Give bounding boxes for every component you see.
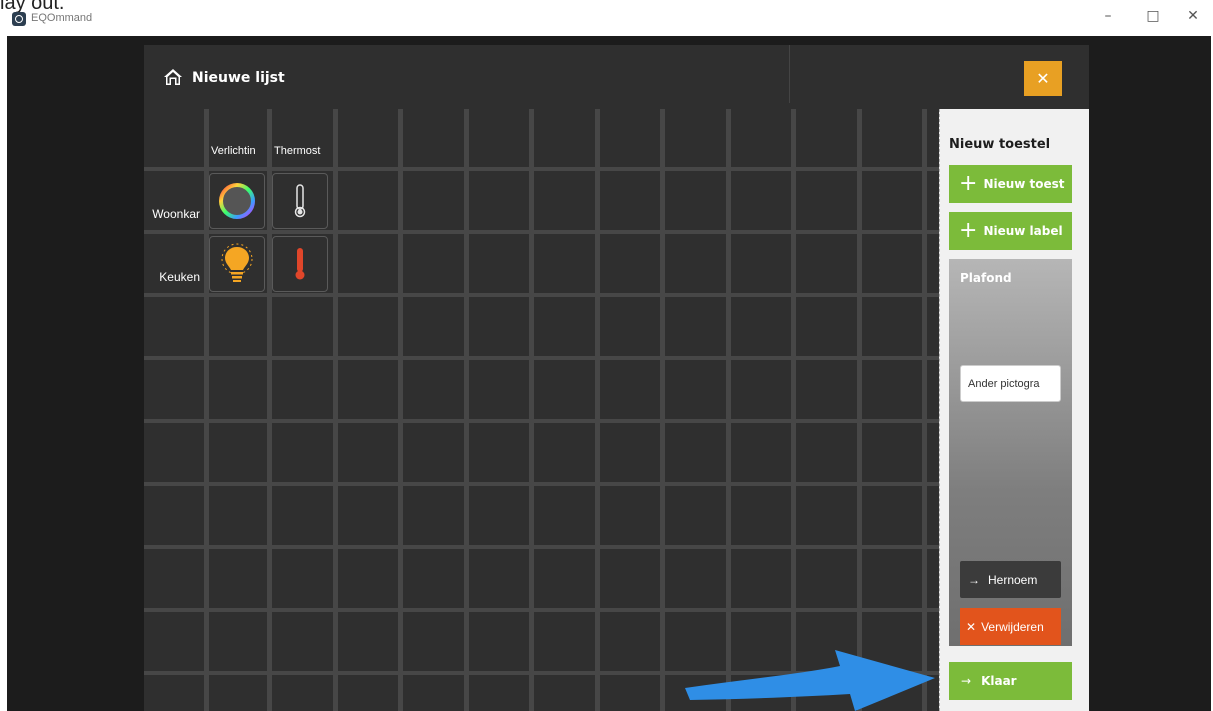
arrow-right-icon: → [961,674,972,688]
column-label[interactable]: Thermost [272,134,330,167]
close-icon: ✕ [966,619,977,634]
panel-header: Nieuwe lijst ✕ [144,45,1089,109]
window-titlebar: EQOmmand – □ ✕ [0,0,1213,32]
new-label-button[interactable]: + Nieuw label [949,212,1072,250]
sidebar-panel: Nieuw toestel + Nieuw toest + Nieuw labe… [939,109,1089,711]
window-title: EQOmmand [31,12,93,24]
rgb-ring-icon [219,183,255,219]
new-device-label: Nieuw toest [983,177,1065,191]
grid-line [144,230,939,234]
device-tile[interactable] [209,236,265,292]
done-button[interactable]: → Klaar [949,662,1072,700]
new-label-label: Nieuw label [983,224,1063,238]
row-label[interactable]: Woonkar [144,198,204,230]
device-grid[interactable]: Verlichtin Thermost Woonkar Keuken [144,109,939,711]
grid-line [595,109,600,711]
grid-line [726,109,731,711]
device-tile[interactable] [272,173,328,229]
grid-line [144,293,939,297]
grid-line [660,109,665,711]
grid-line [857,109,862,711]
layout-editor-panel: Nieuwe lijst ✕ Verlichtin Thermost Woonk… [144,45,1089,711]
grid-line [529,109,534,711]
home-icon [164,69,182,85]
rename-label: Hernoem [988,572,1038,587]
grid-line [922,109,927,711]
minimize-button[interactable]: – [1093,8,1123,24]
grid-line [144,545,939,549]
new-device-button[interactable]: + Nieuw toest [949,165,1072,203]
close-panel-button[interactable]: ✕ [1024,61,1062,96]
header-divider [789,45,790,103]
done-label: Klaar [981,674,1017,688]
thermometer-red-icon [295,248,305,280]
device-tile[interactable] [209,173,265,229]
grid-line [144,419,939,423]
grid-line [144,671,939,675]
grid-line [144,608,939,612]
page-title: Nieuwe lijst [192,70,285,86]
sidebar-title: Nieuw toestel [949,137,1051,152]
delete-button[interactable]: ✕ Verwijderen [960,608,1061,645]
grid-line [398,109,403,711]
label-editor-card: Plafond Ander pictogra → Hernoem ✕ Verwi… [949,259,1072,646]
app-client-area: Nieuwe lijst ✕ Verlichtin Thermost Woonk… [7,36,1211,711]
row-label[interactable]: Keuken [144,261,204,293]
app-logo-icon [12,12,26,26]
delete-label: Verwijderen [981,619,1044,634]
window-close-button[interactable]: ✕ [1178,8,1208,24]
grid-line [333,109,338,711]
maximize-button[interactable]: □ [1138,8,1168,24]
grid-line [144,167,939,171]
grid-line [791,109,796,711]
thermometer-white-icon [294,184,306,218]
grid-line [144,482,939,486]
plus-icon: + [959,171,978,196]
grid-line [464,109,469,711]
grid-line [144,356,939,360]
device-tile[interactable] [272,236,328,292]
rename-button[interactable]: → Hernoem [960,561,1061,598]
other-icon-button[interactable]: Ander pictogra [960,365,1061,402]
lightbulb-icon [221,243,253,282]
plus-icon: + [959,218,978,243]
label-name[interactable]: Plafond [960,271,1012,285]
column-label[interactable]: Verlichtin [209,134,267,167]
arrow-right-icon: → [968,572,980,587]
